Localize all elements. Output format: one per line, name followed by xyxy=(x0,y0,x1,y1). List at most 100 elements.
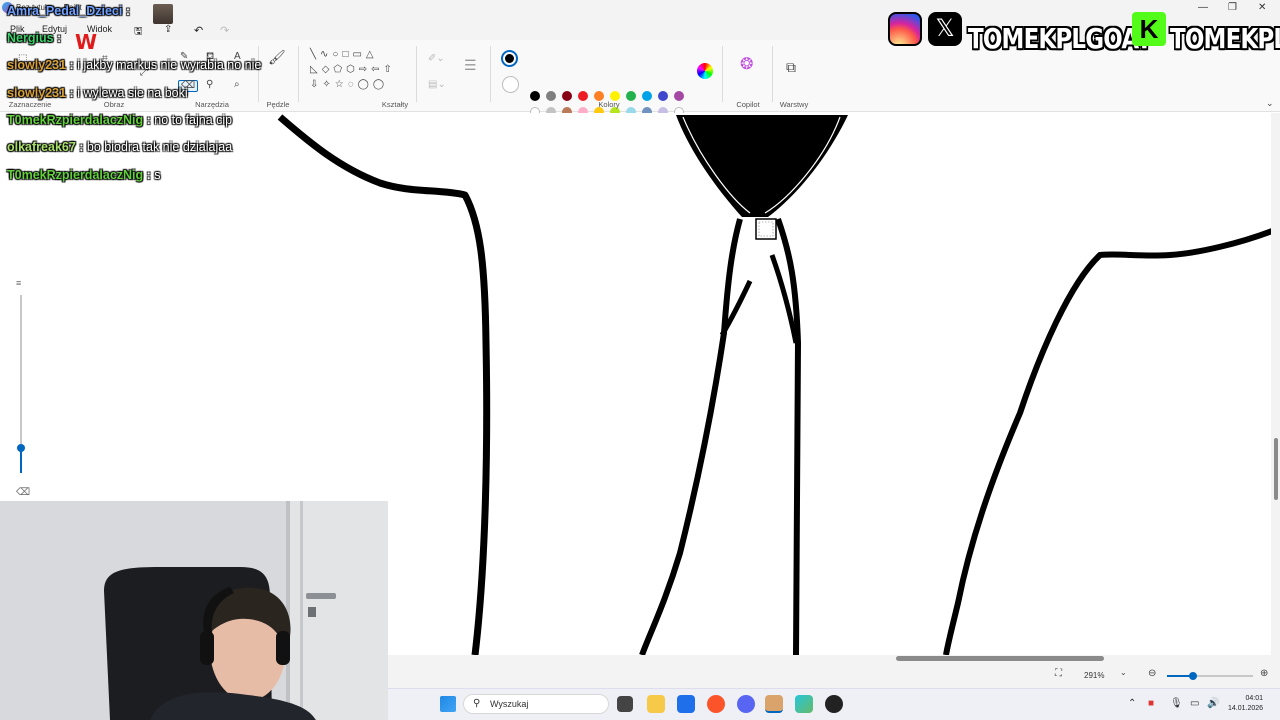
palette-swatch[interactable] xyxy=(674,91,684,101)
close-button[interactable]: ✕ xyxy=(1258,2,1266,13)
palette-swatch[interactable] xyxy=(530,91,540,101)
edit-colors-icon[interactable] xyxy=(697,63,713,79)
chat-text: i jakby markus nie wyrabia no nie xyxy=(77,58,262,72)
drawing-filled-shape xyxy=(676,115,848,217)
title-bar: Bez tytułu — Paint — ❐ ✕ xyxy=(0,0,1280,18)
palette-swatch[interactable] xyxy=(562,91,572,101)
palette-swatch[interactable] xyxy=(626,91,636,101)
brave-icon[interactable] xyxy=(707,695,725,713)
save-icon[interactable]: 🖫 xyxy=(134,24,143,41)
group-label-tools: Narzędzia xyxy=(195,100,229,109)
chat-text: s xyxy=(154,168,161,182)
share-icon[interactable]: ⇪ xyxy=(164,24,172,35)
obs-icon[interactable] xyxy=(825,695,843,713)
palette-swatch[interactable] xyxy=(658,91,668,101)
brush-size-slider-thumb[interactable] xyxy=(17,444,25,452)
zoom-out-icon[interactable]: ⊖ xyxy=(1148,668,1156,679)
shapes-row-1[interactable]: ╲∿○□▭△ xyxy=(310,50,378,60)
discord-icon[interactable] xyxy=(737,695,755,713)
palette-swatch[interactable] xyxy=(578,91,588,101)
chat-separator: : xyxy=(66,58,78,72)
chat-username: Amra_Pedal_Dzieci xyxy=(7,4,123,18)
microphone-icon[interactable]: 🎙 xyxy=(1170,698,1183,709)
group-label-colors: Kolory xyxy=(598,100,620,109)
magnifier-icon[interactable]: ⌕ xyxy=(234,80,240,90)
size-icon[interactable]: ☰ xyxy=(464,58,477,72)
social-handle-1: TOMEKPLGOAT xyxy=(968,22,1152,55)
tray-app-icon[interactable]: ■ xyxy=(1148,698,1154,709)
network-icon[interactable]: ▭ xyxy=(1190,698,1199,709)
group-label-selection: Zaznaczenie xyxy=(8,100,52,109)
vertical-scrollbar[interactable] xyxy=(1271,113,1280,658)
chat-username: olkafreak67 xyxy=(7,140,76,154)
instagram-icon xyxy=(888,12,922,46)
webcam-overlay xyxy=(0,501,388,720)
shapes-row-2[interactable]: ◺◇⬠⬡⇨⇦⇧ xyxy=(310,65,396,75)
tray-overflow-icon[interactable]: ⌃ xyxy=(1128,698,1136,709)
chat-text: bo biodra tak nie dzialajaa xyxy=(86,140,233,154)
fill-style-icon[interactable]: ▤⌄ xyxy=(428,80,446,90)
chat-message: olkafreak67 : bo biodra tak nie dzialaja… xyxy=(7,140,232,154)
taskbar-search[interactable]: ⚲ Wyszukaj xyxy=(463,694,609,714)
volume-icon[interactable]: 🔊 xyxy=(1207,698,1219,709)
drawing-stroke-right-contour xyxy=(943,228,1272,655)
ribbon-separator xyxy=(298,46,299,102)
chat-message: slowly231 : i jakby markus nie wyrabia n… xyxy=(7,58,261,72)
brush-size-icon: ≡ xyxy=(16,278,22,288)
app-taskbar-icon[interactable] xyxy=(795,695,813,713)
ribbon-separator xyxy=(722,46,723,102)
taskbar-search-text: Wyszukaj xyxy=(490,699,529,709)
palette-swatch[interactable] xyxy=(642,91,652,101)
webcam-image xyxy=(0,501,388,720)
group-label-copilot: Copilot xyxy=(736,100,760,109)
undo-icon[interactable]: ↶ xyxy=(194,24,203,37)
status-bar xyxy=(388,655,1280,688)
chat-username: T0mekRzpierdalaczNig xyxy=(7,113,144,127)
redo-icon[interactable]: ↷ xyxy=(220,24,229,37)
zoom-slider-thumb[interactable] xyxy=(1189,672,1197,680)
eraser-small-icon: ⌫ xyxy=(16,487,31,498)
maximize-button[interactable]: ❐ xyxy=(1228,2,1237,13)
group-label-image: Obraz xyxy=(103,100,125,109)
zoom-in-icon[interactable]: ⊕ xyxy=(1260,668,1268,679)
zoom-level[interactable]: 291% xyxy=(1084,671,1104,680)
chat-separator: : xyxy=(143,113,155,127)
group-label-brushes: Pędzle xyxy=(266,100,290,109)
chat-message: slowly231 : i wylewa sie na boki xyxy=(7,86,188,100)
fit-to-window-icon[interactable]: ⛶ xyxy=(1055,668,1062,679)
shapes-row-3[interactable]: ⇩✧☆◌◯◯ xyxy=(310,80,388,90)
chat-emote-image xyxy=(153,4,173,24)
chat-separator: : xyxy=(122,4,130,18)
horizontal-scrollbar-thumb[interactable] xyxy=(896,656,1104,661)
chat-message: T0mekRzpierdalaczNig : s xyxy=(7,168,161,182)
brushes-icon[interactable]: 🖌 xyxy=(268,50,286,64)
vertical-scrollbar-thumb[interactable] xyxy=(1274,438,1278,500)
paint-taskbar-icon[interactable] xyxy=(765,695,783,713)
search-icon: ⚲ xyxy=(473,698,481,709)
start-icon[interactable] xyxy=(440,696,456,712)
color-picker-icon[interactable]: ⚲ xyxy=(206,80,213,90)
task-view-icon[interactable] xyxy=(617,696,633,712)
primary-color-swatch[interactable] xyxy=(501,50,518,67)
layers-icon[interactable]: ⧉ xyxy=(786,60,796,74)
taskbar-clock[interactable]: 04:01 14.01.2026 xyxy=(1228,694,1263,714)
palette-swatch[interactable] xyxy=(546,91,556,101)
store-icon[interactable] xyxy=(677,695,695,713)
secondary-color-swatch[interactable] xyxy=(502,76,519,93)
chat-message: Nergius : xyxy=(7,31,61,45)
copilot-icon[interactable]: ❂ xyxy=(740,57,753,73)
chat-separator: : xyxy=(143,168,155,182)
w-emote: W xyxy=(75,30,98,54)
collapse-ribbon-icon[interactable]: ⌄ xyxy=(1266,98,1274,108)
outline-icon[interactable]: ✐⌄ xyxy=(428,54,445,64)
ribbon-separator xyxy=(258,46,259,102)
zoom-dropdown-icon[interactable]: ⌄ xyxy=(1120,668,1127,677)
clock-date: 14.01.2026 xyxy=(1228,705,1264,712)
file-explorer-icon[interactable] xyxy=(647,695,665,713)
social-handle-2: TOMEKPL xyxy=(1170,22,1280,55)
ribbon-separator xyxy=(416,46,417,102)
clock-time: 04:01 xyxy=(1245,695,1264,702)
ribbon-separator xyxy=(772,46,773,102)
minimize-button[interactable]: — xyxy=(1198,2,1208,13)
chat-text: i wylewa sie na boki xyxy=(77,86,188,100)
